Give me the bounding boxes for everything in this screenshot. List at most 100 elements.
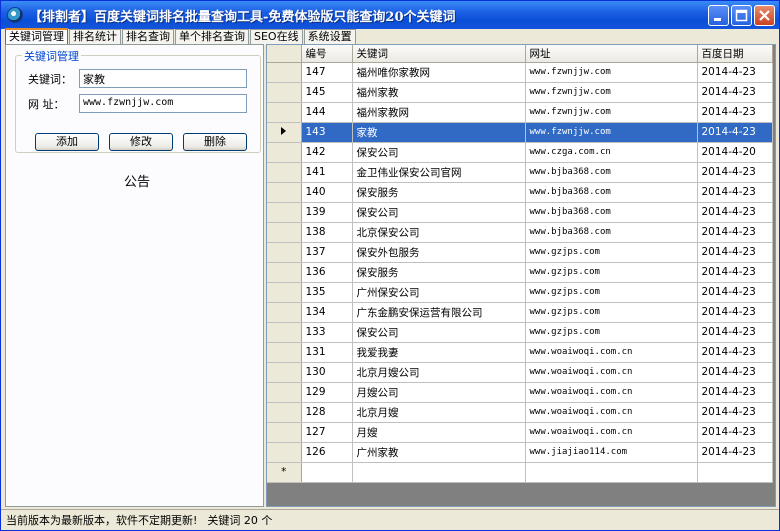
cell-id[interactable]: 147 [301, 62, 353, 83]
row-selector[interactable] [267, 322, 302, 343]
cell-url[interactable]: www.czga.com.cn [525, 142, 698, 163]
row-selector[interactable] [267, 442, 302, 463]
table-row[interactable]: 143 家教 www.fzwnjjw.com 2014-4-23 [267, 122, 773, 143]
row-selector[interactable] [267, 282, 302, 303]
table-row[interactable]: 137 保安外包服务 www.gzjps.com 2014-4-23 [267, 242, 773, 263]
cell-date[interactable]: 2014-4-23 [697, 442, 773, 463]
cell-date[interactable]: 2014-4-23 [697, 342, 773, 363]
cell-id[interactable]: 130 [301, 362, 353, 383]
table-row[interactable]: 129 月嫂公司 www.woaiwoqi.com.cn 2014-4-23 [267, 382, 773, 403]
row-selector[interactable] [267, 342, 302, 363]
cell-date[interactable]: 2014-4-23 [697, 82, 773, 103]
cell-url[interactable]: www.bjba368.com [525, 162, 698, 183]
close-button[interactable] [754, 5, 775, 26]
cell-date[interactable]: 2014-4-23 [697, 222, 773, 243]
row-selector[interactable] [267, 242, 302, 263]
cell-keyword[interactable]: 福州家教网 [352, 102, 526, 123]
cell-keyword[interactable]: 月嫂公司 [352, 382, 526, 403]
cell-id[interactable]: 126 [301, 442, 353, 463]
table-row[interactable]: 133 保安公司 www.gzjps.com 2014-4-23 [267, 322, 773, 343]
cell-url[interactable]: www.woaiwoqi.com.cn [525, 382, 698, 403]
cell-id[interactable]: 139 [301, 202, 353, 223]
table-row[interactable]: 136 保安服务 www.gzjps.com 2014-4-23 [267, 262, 773, 283]
cell-keyword[interactable]: 广州家教 [352, 442, 526, 463]
tab-settings[interactable]: 系统设置 [303, 29, 356, 45]
cell-date[interactable]: 2014-4-23 [697, 302, 773, 323]
table-row[interactable]: 142 保安公司 www.czga.com.cn 2014-4-20 [267, 142, 773, 163]
cell-url[interactable]: www.woaiwoqi.com.cn [525, 362, 698, 383]
cell-keyword[interactable]: 保安服务 [352, 262, 526, 283]
cell-url[interactable]: www.fzwnjjw.com [525, 82, 698, 103]
title-bar[interactable]: 【排割者】百度关键词排名批量查询工具-免费体验版只能查询20个关键词 [1, 1, 779, 29]
row-selector[interactable] [267, 102, 302, 123]
cell-id[interactable]: 134 [301, 302, 353, 323]
cell-id[interactable]: 145 [301, 82, 353, 103]
table-row[interactable]: 126 广州家教 www.jiajiao114.com 2014-4-23 [267, 442, 773, 463]
cell-date[interactable]: 2014-4-23 [697, 162, 773, 183]
cell-date[interactable]: 2014-4-20 [697, 142, 773, 163]
cell-url[interactable]: www.fzwnjjw.com [525, 102, 698, 123]
cell-date[interactable]: 2014-4-23 [697, 362, 773, 383]
cell-id[interactable]: 136 [301, 262, 353, 283]
table-row[interactable]: 127 月嫂 www.woaiwoqi.com.cn 2014-4-23 [267, 422, 773, 443]
tab-keyword-manage[interactable]: 关键词管理 [5, 28, 68, 45]
cell-keyword[interactable]: 广州保安公司 [352, 282, 526, 303]
cell-id[interactable]: 137 [301, 242, 353, 263]
cell-url[interactable]: www.gzjps.com [525, 302, 698, 323]
cell-url[interactable]: www.bjba368.com [525, 182, 698, 203]
cell-date[interactable]: 2014-4-23 [697, 102, 773, 123]
cell-id[interactable]: 138 [301, 222, 353, 243]
cell-keyword[interactable]: 福州唯你家教网 [352, 62, 526, 83]
table-row[interactable]: 134 广东金鹏安保运营有限公司 www.gzjps.com 2014-4-23 [267, 302, 773, 323]
row-selector[interactable] [267, 182, 302, 203]
table-row[interactable]: 147 福州唯你家教网 www.fzwnjjw.com 2014-4-23 [267, 62, 773, 83]
cell-keyword[interactable]: 北京月嫂公司 [352, 362, 526, 383]
cell-keyword[interactable]: 保安公司 [352, 322, 526, 343]
cell-keyword[interactable]: 保安公司 [352, 202, 526, 223]
cell-date[interactable]: 2014-4-23 [697, 62, 773, 83]
tab-single-rank-query[interactable]: 单个排名查询 [175, 29, 249, 45]
cell-url[interactable]: www.gzjps.com [525, 282, 698, 303]
url-input[interactable]: www.fzwnjjw.com [79, 94, 247, 113]
table-row[interactable]: 128 北京月嫂 www.woaiwoqi.com.cn 2014-4-23 [267, 402, 773, 423]
cell-date[interactable]: 2014-4-23 [697, 242, 773, 263]
new-row[interactable]: * [267, 462, 773, 483]
cell-id[interactable]: 141 [301, 162, 353, 183]
row-selector[interactable] [267, 82, 302, 103]
cell-keyword[interactable]: 保安外包服务 [352, 242, 526, 263]
cell-id[interactable]: 140 [301, 182, 353, 203]
cell-id[interactable]: 131 [301, 342, 353, 363]
new-row-cell[interactable] [352, 462, 526, 483]
delete-button[interactable]: 删除 [183, 133, 247, 151]
cell-url[interactable]: www.fzwnjjw.com [525, 122, 698, 143]
cell-keyword[interactable]: 北京保安公司 [352, 222, 526, 243]
table-row[interactable]: 135 广州保安公司 www.gzjps.com 2014-4-23 [267, 282, 773, 303]
cell-id[interactable]: 128 [301, 402, 353, 423]
column-header-id[interactable]: 编号 [301, 45, 353, 63]
tab-seo-online[interactable]: SEO在线 [250, 29, 303, 45]
cell-id[interactable]: 127 [301, 422, 353, 443]
cell-id[interactable]: 144 [301, 102, 353, 123]
row-selector[interactable] [267, 362, 302, 383]
cell-id[interactable]: 143 [301, 122, 353, 143]
cell-date[interactable]: 2014-4-23 [697, 262, 773, 283]
row-selector[interactable] [267, 422, 302, 443]
cell-url[interactable]: www.fzwnjjw.com [525, 62, 698, 83]
row-selector[interactable] [267, 202, 302, 223]
cell-id[interactable]: 142 [301, 142, 353, 163]
keyword-grid[interactable]: 编号 关键词 网址 百度日期 147 福州唯你家教网 www.fzwnjjw.com… [266, 44, 776, 507]
cell-url[interactable]: www.jiajiao114.com [525, 442, 698, 463]
table-row[interactable]: 138 北京保安公司 www.bjba368.com 2014-4-23 [267, 222, 773, 243]
cell-keyword[interactable]: 保安公司 [352, 142, 526, 163]
cell-url[interactable]: www.bjba368.com [525, 202, 698, 223]
column-header-keyword[interactable]: 关键词 [352, 45, 526, 63]
keyword-input[interactable]: 家教 [79, 69, 247, 88]
new-row-cell[interactable] [525, 462, 698, 483]
cell-id[interactable]: 135 [301, 282, 353, 303]
cell-keyword[interactable]: 月嫂 [352, 422, 526, 443]
row-selector[interactable] [267, 262, 302, 283]
cell-date[interactable]: 2014-4-23 [697, 322, 773, 343]
table-row[interactable]: 145 福州家教 www.fzwnjjw.com 2014-4-23 [267, 82, 773, 103]
cell-url[interactable]: www.woaiwoqi.com.cn [525, 402, 698, 423]
row-selector[interactable] [267, 162, 302, 183]
